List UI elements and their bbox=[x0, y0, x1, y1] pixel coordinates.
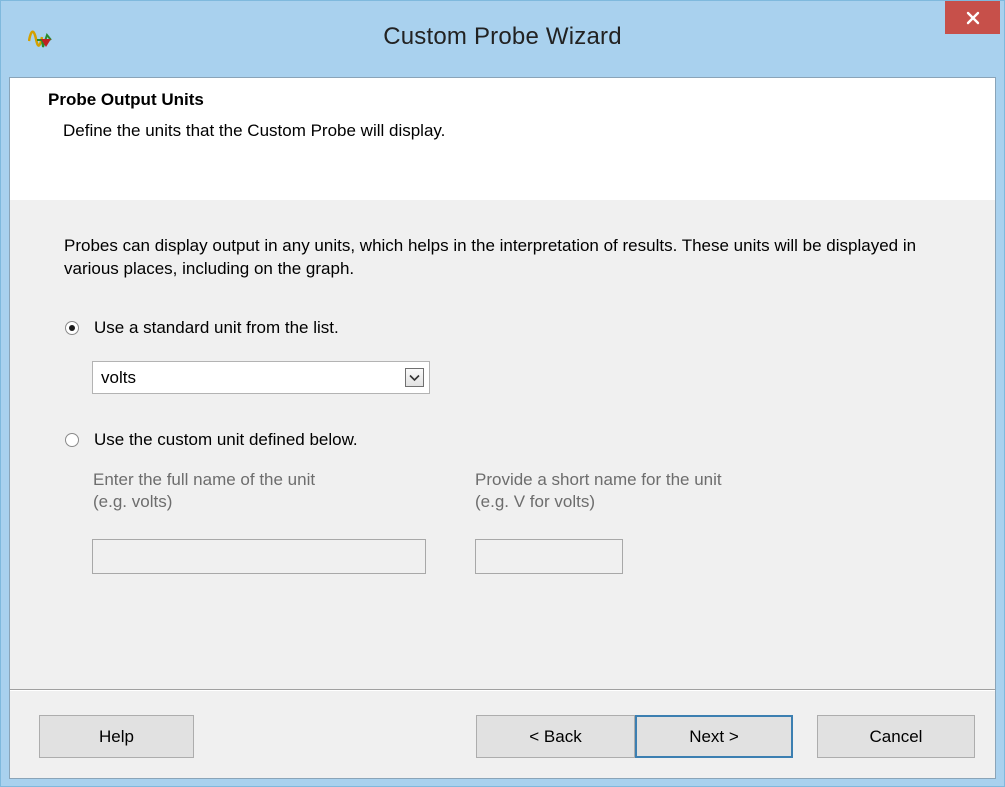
next-button[interactable]: Next > bbox=[635, 715, 793, 758]
page-subtitle: Define the units that the Custom Probe w… bbox=[63, 121, 446, 140]
short-name-label-line1: Provide a short name for the unit bbox=[475, 470, 722, 489]
short-name-label: Provide a short name for the unit (e.g. … bbox=[475, 469, 722, 513]
custom-probe-wizard-window: Custom Probe Wizard Probe Output Units D… bbox=[0, 0, 1005, 787]
radio-button-checked[interactable] bbox=[65, 321, 79, 335]
standard-unit-radio[interactable]: Use a standard unit from the list. bbox=[65, 318, 339, 338]
standard-unit-label: Use a standard unit from the list. bbox=[94, 318, 339, 337]
page-title: Probe Output Units bbox=[48, 90, 204, 109]
radio-button-unchecked[interactable] bbox=[65, 433, 79, 447]
chevron-down-icon[interactable] bbox=[405, 368, 424, 387]
full-name-label: Enter the full name of the unit (e.g. vo… bbox=[93, 469, 315, 513]
custom-unit-label: Use the custom unit defined below. bbox=[94, 430, 358, 449]
back-button[interactable]: < Back bbox=[476, 715, 635, 758]
unit-dropdown[interactable]: volts bbox=[92, 361, 430, 394]
full-name-field[interactable] bbox=[92, 539, 426, 574]
close-button[interactable] bbox=[945, 1, 1000, 34]
full-name-label-line2: (e.g. volts) bbox=[93, 492, 173, 511]
close-icon bbox=[966, 11, 979, 24]
custom-unit-radio[interactable]: Use the custom unit defined below. bbox=[65, 430, 358, 450]
short-name-label-line2: (e.g. V for volts) bbox=[475, 492, 595, 511]
short-name-field[interactable] bbox=[475, 539, 623, 574]
header-divider bbox=[10, 199, 995, 200]
footer-divider-highlight bbox=[10, 690, 995, 691]
wizard-client-area: Probe Output Units Define the units that… bbox=[9, 77, 996, 779]
page-description: Probes can display output in any units, … bbox=[64, 236, 917, 278]
wizard-header-panel: Probe Output Units Define the units that… bbox=[10, 78, 995, 200]
unit-dropdown-value: volts bbox=[101, 368, 136, 387]
cancel-button[interactable]: Cancel bbox=[817, 715, 975, 758]
full-name-label-line1: Enter the full name of the unit bbox=[93, 470, 316, 489]
help-button[interactable]: Help bbox=[39, 715, 194, 758]
title-bar[interactable]: Custom Probe Wizard bbox=[1, 1, 1004, 77]
window-title: Custom Probe Wizard bbox=[383, 23, 622, 50]
